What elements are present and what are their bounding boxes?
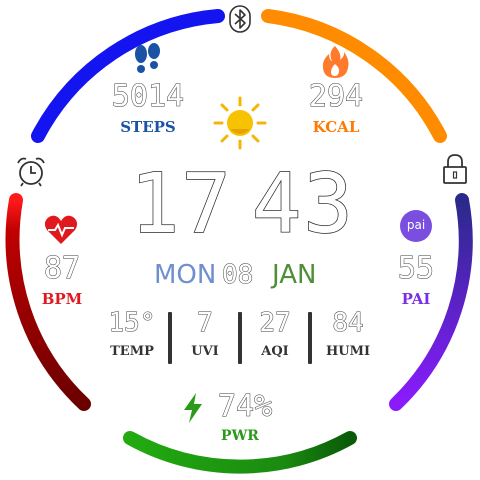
- heart-label: BPM: [41, 290, 83, 308]
- stats-divider: [308, 312, 312, 364]
- pai-label: PAI: [401, 290, 431, 308]
- steps-label: STEPS: [120, 118, 176, 136]
- footprints-icon: [131, 42, 165, 78]
- date-month: JAN: [272, 260, 317, 290]
- power-value: 74%: [217, 389, 273, 424]
- kcal-label: KCAL: [312, 118, 360, 136]
- alarm-clock-icon[interactable]: [14, 155, 48, 187]
- heart-value: 87: [43, 251, 81, 286]
- uvi-value: 7: [197, 308, 214, 339]
- power-label: PWR: [221, 428, 259, 444]
- humi-value: 84: [332, 308, 364, 339]
- pai-value: 55: [397, 251, 435, 286]
- bluetooth-icon[interactable]: [228, 4, 252, 34]
- sun-icon: [212, 95, 268, 151]
- temp-value: 15°: [108, 308, 156, 339]
- stats-divider: [168, 312, 172, 364]
- aqi-value: 27: [259, 308, 291, 339]
- pai-badge-text: pai: [406, 218, 426, 232]
- date-weekday: MON: [154, 260, 217, 290]
- steps-value: 5014: [111, 79, 185, 114]
- kcal-value: 294: [308, 79, 364, 114]
- pai-badge-icon: pai: [400, 210, 432, 242]
- stats-divider: [238, 312, 242, 364]
- time-hours: 17: [129, 157, 233, 252]
- date-day: 08: [221, 260, 254, 291]
- lightning-icon: [180, 392, 206, 424]
- temp-label: TEMP: [110, 344, 154, 359]
- heart-pulse-icon: [44, 214, 78, 246]
- humi-label: HUMI: [325, 344, 371, 359]
- uvi-label: UVI: [191, 344, 219, 359]
- time-minutes: 43: [251, 157, 355, 252]
- date-row: MON 08 JAN: [150, 260, 330, 294]
- aqi-label: AQI: [261, 344, 289, 359]
- lock-icon[interactable]: [440, 152, 470, 186]
- flame-icon: [320, 44, 350, 80]
